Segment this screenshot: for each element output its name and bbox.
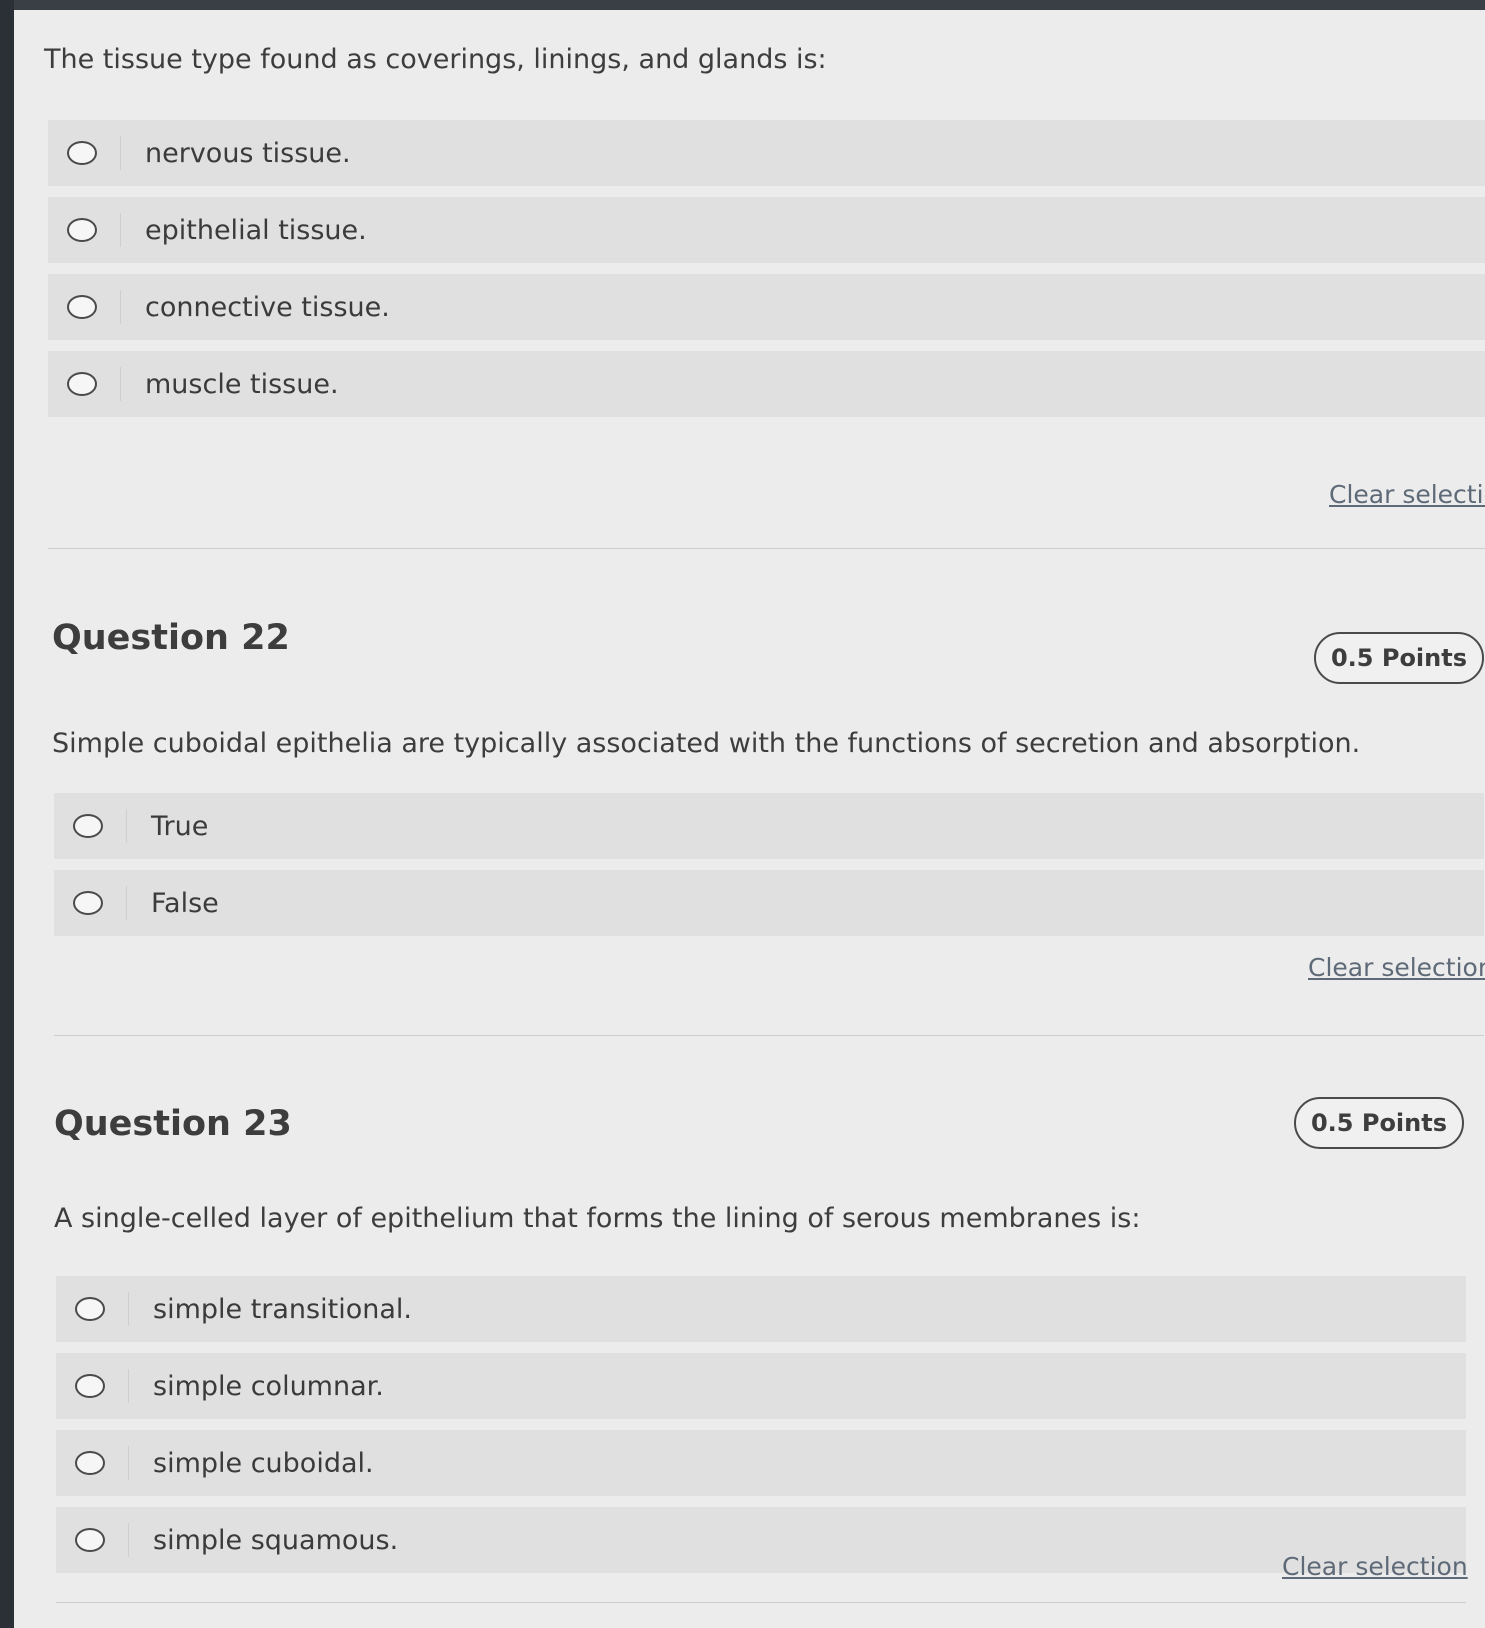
clear-selection-link[interactable]: Clear selection (1282, 1552, 1468, 1581)
option-label: simple cuboidal. (153, 1447, 374, 1479)
answer-option[interactable]: nervous tissue. (48, 120, 1485, 186)
divider (126, 809, 127, 843)
divider (126, 886, 127, 920)
divider (128, 1292, 129, 1326)
radio-button[interactable] (75, 1528, 105, 1552)
answer-option[interactable]: True (54, 793, 1484, 859)
divider (120, 290, 121, 324)
top-bar (14, 0, 1485, 10)
clear-selection-link[interactable]: Clear selectio (1329, 480, 1485, 509)
radio-button[interactable] (75, 1297, 105, 1321)
radio-button[interactable] (75, 1374, 105, 1398)
radio-button[interactable] (67, 295, 97, 319)
option-label: simple columnar. (153, 1370, 384, 1402)
divider (120, 136, 121, 170)
radio-button[interactable] (67, 218, 97, 242)
answer-option[interactable]: False (54, 870, 1484, 936)
answer-options: nervous tissue. epithelial tissue. conne… (48, 120, 1485, 428)
points-badge: 0.5 Points (1314, 632, 1484, 684)
answer-option[interactable]: epithelial tissue. (48, 197, 1485, 263)
question-separator (54, 1035, 1484, 1036)
divider (128, 1369, 129, 1403)
divider (128, 1523, 129, 1557)
divider (128, 1446, 129, 1480)
question-prompt: A single-celled layer of epithelium that… (54, 1203, 1141, 1234)
question-separator (56, 1602, 1466, 1603)
option-label: muscle tissue. (145, 368, 339, 400)
answer-options: True False (54, 793, 1484, 947)
option-label: simple transitional. (153, 1293, 412, 1325)
radio-button[interactable] (75, 1451, 105, 1475)
answer-option[interactable]: simple cuboidal. (56, 1430, 1466, 1496)
points-badge: 0.5 Points (1294, 1097, 1464, 1149)
option-label: True (151, 810, 209, 842)
answer-option[interactable]: muscle tissue. (48, 351, 1485, 417)
divider (120, 213, 121, 247)
question-prompt: Simple cuboidal epithelia are typically … (52, 728, 1361, 759)
answer-option[interactable]: simple squamous. (56, 1507, 1466, 1573)
answer-option[interactable]: simple columnar. (56, 1353, 1466, 1419)
option-label: simple squamous. (153, 1524, 399, 1556)
option-label: False (151, 887, 219, 919)
question-prompt: The tissue type found as coverings, lini… (44, 44, 827, 75)
option-label: connective tissue. (145, 291, 390, 323)
answer-option[interactable]: simple transitional. (56, 1276, 1466, 1342)
question-title: Question 22 (52, 618, 290, 658)
radio-button[interactable] (67, 372, 97, 396)
answer-option[interactable]: connective tissue. (48, 274, 1485, 340)
question-title: Question 23 (54, 1104, 292, 1144)
clear-selection-link[interactable]: Clear selection (1308, 953, 1485, 982)
question-separator (48, 548, 1485, 549)
answer-options: simple transitional. simple columnar. si… (56, 1276, 1466, 1584)
divider (120, 367, 121, 401)
option-label: nervous tissue. (145, 137, 351, 169)
radio-button[interactable] (67, 141, 97, 165)
option-label: epithelial tissue. (145, 214, 367, 246)
radio-button[interactable] (73, 814, 103, 838)
radio-button[interactable] (73, 891, 103, 915)
quiz-page: The tissue type found as coverings, lini… (14, 0, 1485, 1628)
